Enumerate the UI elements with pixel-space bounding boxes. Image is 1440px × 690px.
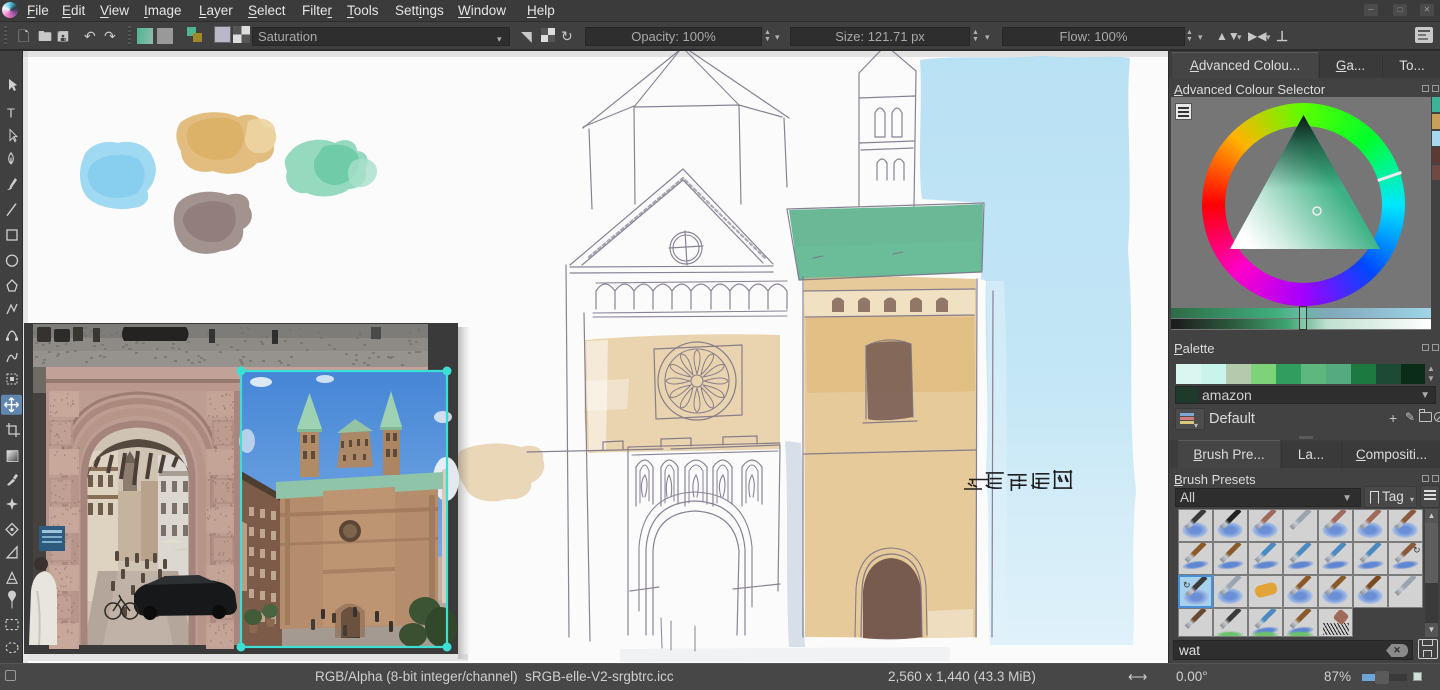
svg-text:T: T xyxy=(7,106,15,121)
